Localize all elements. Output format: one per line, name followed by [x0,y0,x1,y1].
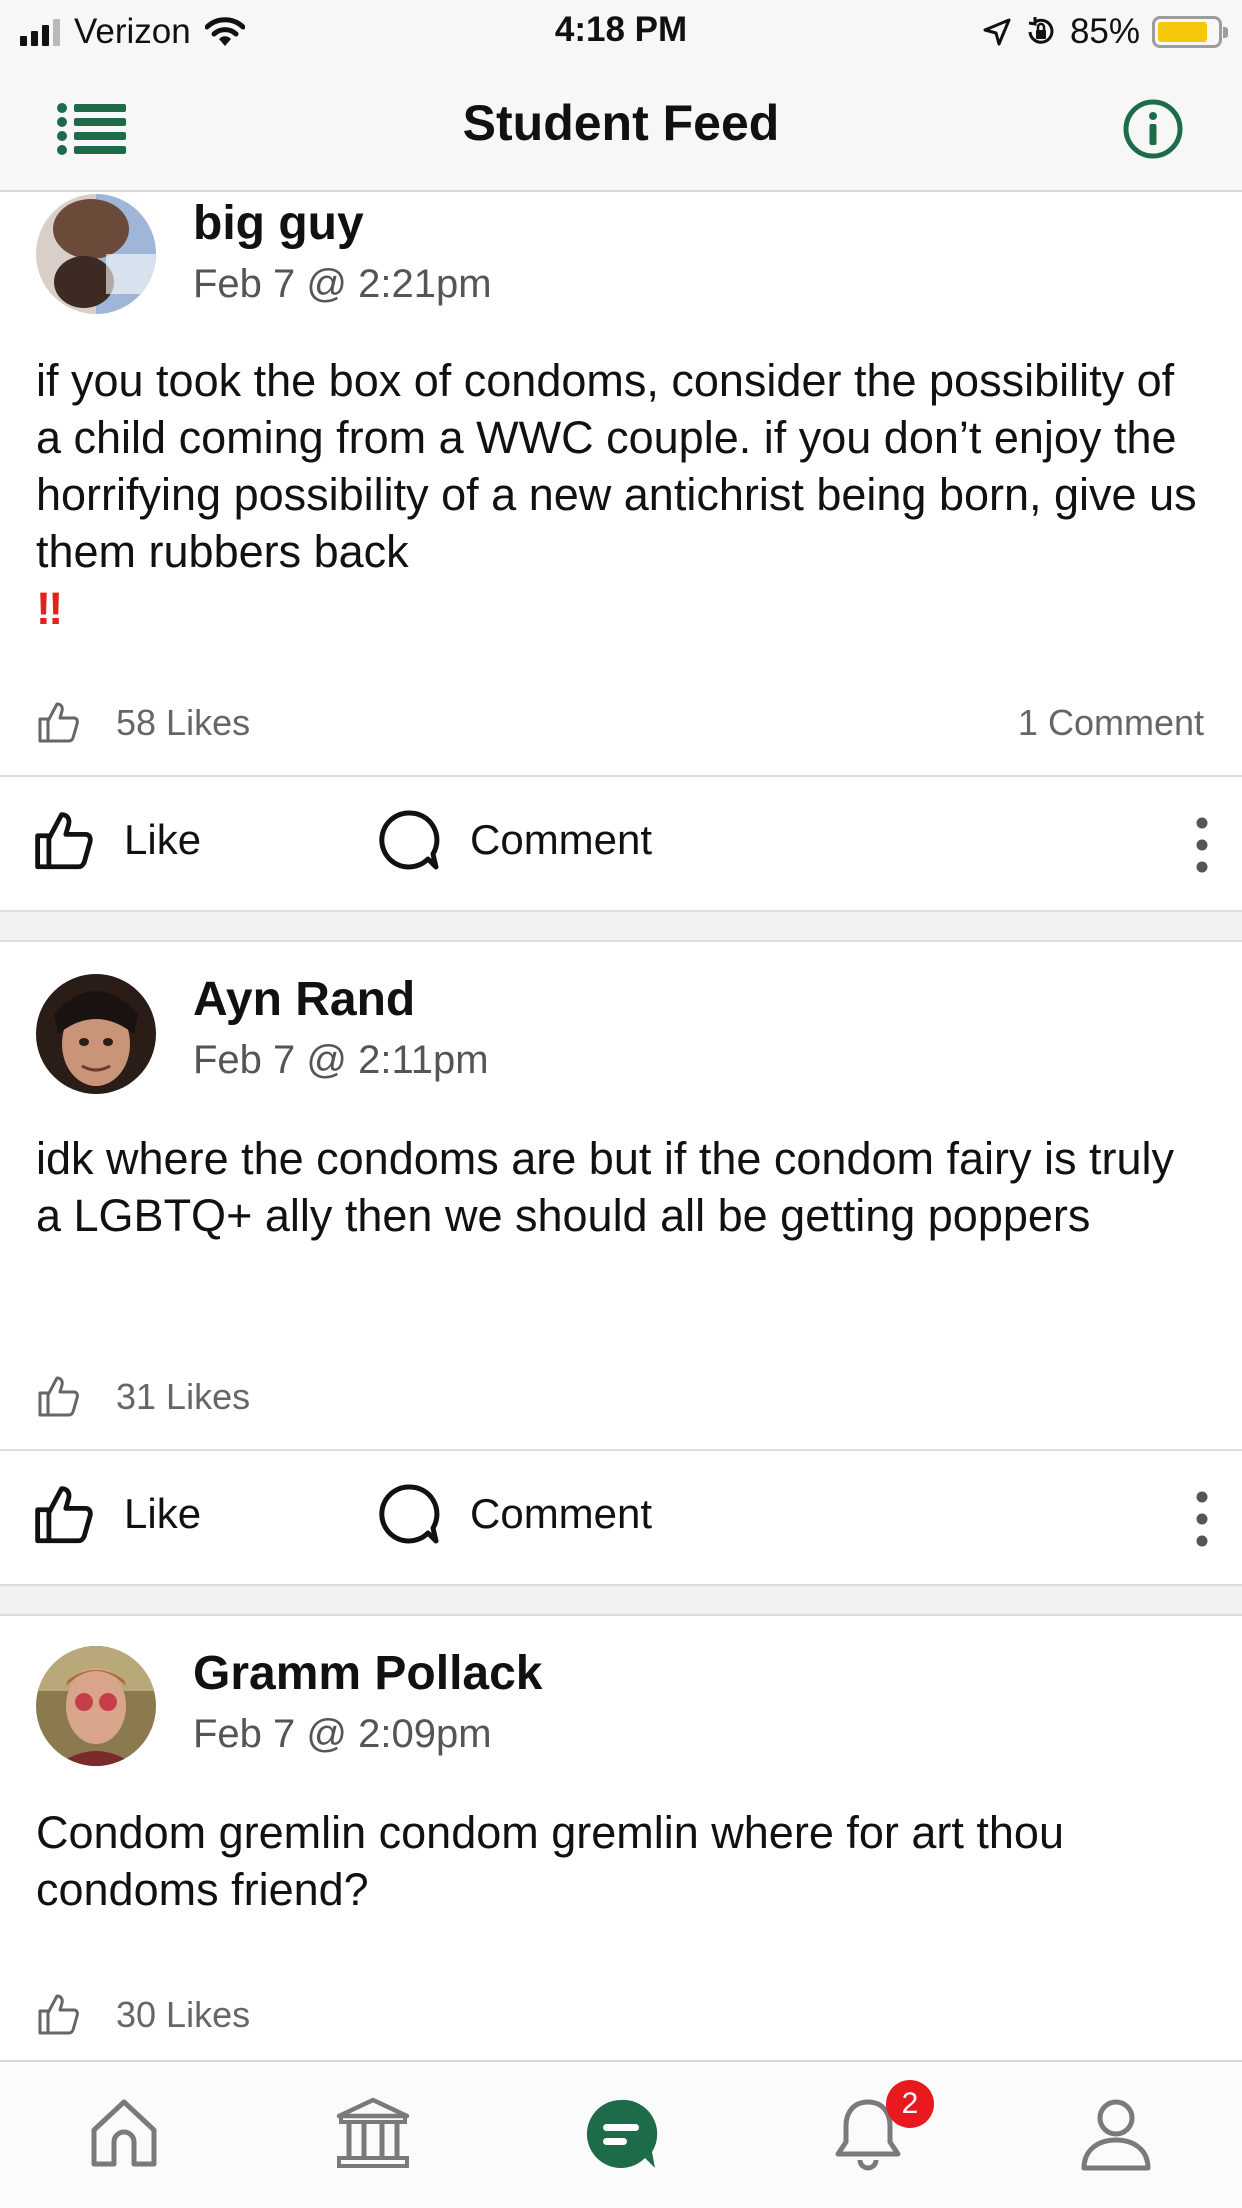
post-time: Feb 7 @ 2:09pm [193,1712,492,1756]
double-exclamation-emoji: ‼ [36,583,63,634]
comment-button[interactable]: Comment [378,1483,652,1545]
battery-icon [1152,16,1228,48]
battery-fill [1158,22,1208,42]
thumbs-up-icon [38,1376,79,1417]
nav-bar: Student Feed [0,64,1242,192]
profile-icon[interactable] [1076,2094,1156,2174]
notification-badge: 2 [886,2080,934,2128]
post-separator [0,1584,1242,1616]
comment-label: Comment [470,816,653,863]
comment-bubble-icon [379,810,440,870]
avatar[interactable] [36,194,156,314]
post-stats: 58 Likes 1 Comment [0,692,1242,752]
feed-icon[interactable] [581,2094,661,2174]
more-options-icon[interactable] [1190,815,1214,875]
avatar[interactable] [36,1646,156,1766]
post-actions: Like Comment [0,1451,1242,1585]
author-name[interactable]: Ayn Rand [193,972,415,1027]
post-stats: 30 Likes [0,1984,1242,2044]
likes-count[interactable]: 58 Likes [116,702,250,744]
tab-bar: 2 [0,2060,1242,2208]
like-button[interactable]: Like [32,809,201,871]
post-card: big guy Feb 7 @ 2:21pm if you took the b… [0,194,1242,910]
post-card: Gramm Pollack Feb 7 @ 2:09pm Condom grem… [0,1618,1242,2060]
home-icon[interactable] [84,2094,164,2174]
post-body: Condom gremlin condom gremlin where for … [36,1807,1064,1915]
post-body: if you took the box of condoms, consider… [36,352,1206,637]
orientation-lock-icon [1028,17,1054,44]
comment-label: Comment [470,1490,653,1537]
post-stats: 31 Likes [0,1366,1242,1426]
comment-bubble-icon [379,1484,440,1544]
more-options-icon[interactable] [1190,1489,1214,1549]
post-card: Ayn Rand Feb 7 @ 2:11pm idk where the co… [0,944,1242,1584]
author-name[interactable]: Gramm Pollack [193,1646,543,1701]
comments-count[interactable]: 1 Comment [1018,702,1204,744]
likes-count[interactable]: 31 Likes [116,1376,250,1418]
location-icon [983,18,1011,46]
post-separator [0,910,1242,942]
battery-percent: 85% [1069,12,1140,51]
page-title: Student Feed [462,95,780,151]
institution-icon[interactable] [333,2094,413,2174]
status-bar: Verizon 4:18 PM 85% [0,0,1242,64]
post-text: if you took the box of condoms, consider… [36,355,1197,577]
like-label: Like [124,1490,202,1537]
post-actions: Like Comment [0,777,1242,911]
comment-button[interactable]: Comment [378,809,652,871]
like-button[interactable]: Like [32,1483,201,1545]
author-name[interactable]: big guy [193,196,364,251]
like-label: Like [124,816,202,863]
thumbs-up-icon [35,812,93,870]
post-time: Feb 7 @ 2:21pm [193,262,492,306]
thumbs-up-icon [38,1994,79,2035]
thumbs-up-icon [35,1486,93,1544]
post-body: idk where the condoms are but if the con… [36,1133,1175,1241]
feed[interactable]: big guy Feb 7 @ 2:21pm if you took the b… [0,194,1242,2060]
likes-count[interactable]: 30 Likes [116,1994,250,2036]
status-right: 85% [982,10,1228,54]
info-icon[interactable] [1122,98,1184,160]
post-time: Feb 7 @ 2:11pm [193,1038,489,1082]
avatar[interactable] [36,974,156,1094]
thumbs-up-icon [38,702,79,743]
